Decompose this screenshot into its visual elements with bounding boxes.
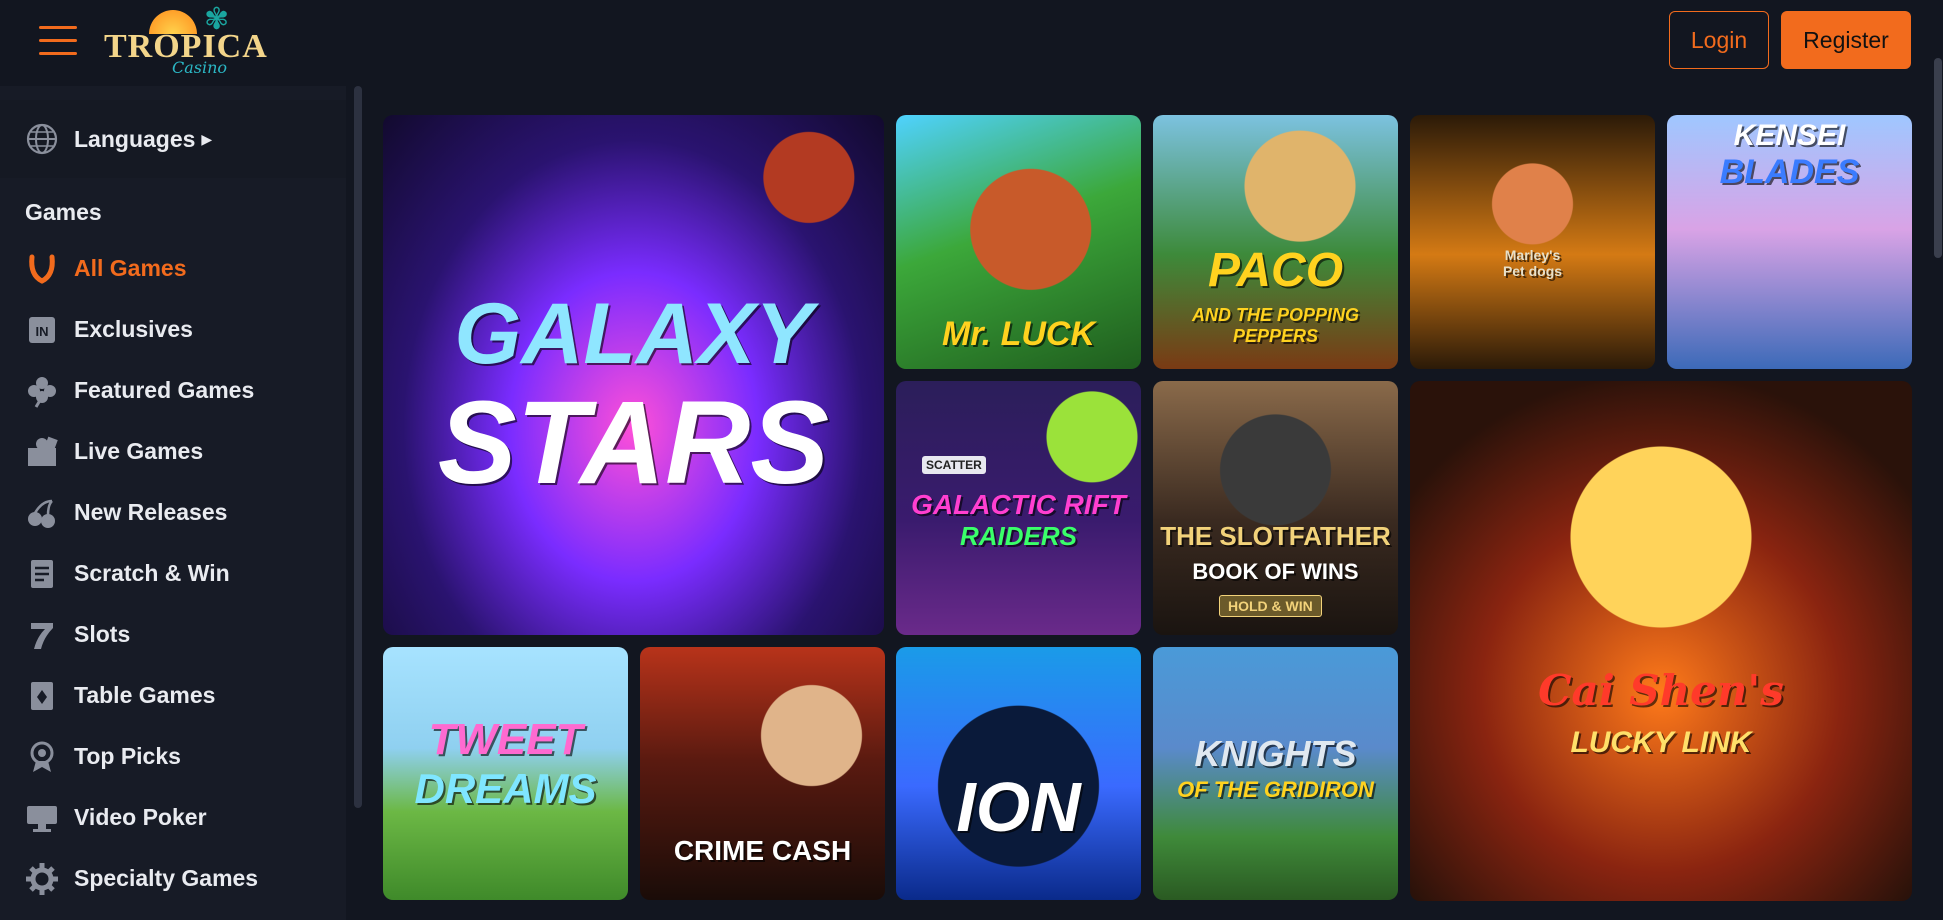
nav-item-live-games[interactable]: Live Games bbox=[0, 421, 346, 482]
game-title: Marley's bbox=[1504, 247, 1561, 263]
dealer-icon bbox=[28, 436, 58, 466]
nav-label: Slots bbox=[74, 621, 131, 647]
game-subtitle: Pet dogs bbox=[1502, 263, 1563, 279]
register-button[interactable]: Register bbox=[1781, 11, 1911, 69]
nav-item-slots[interactable]: Slots bbox=[0, 604, 346, 665]
nav-label: Featured Games bbox=[74, 377, 255, 403]
scratch-ticket-icon bbox=[31, 559, 53, 588]
nav-item-featured-games[interactable]: Featured Games bbox=[0, 360, 346, 421]
nav-label: New Releases bbox=[74, 499, 228, 525]
game-subtitle: BLADES bbox=[1719, 153, 1860, 191]
menu-icon[interactable] bbox=[39, 26, 77, 56]
award-ribbon-icon bbox=[30, 741, 54, 772]
game-title: TWEET bbox=[428, 715, 583, 764]
sidebar-scrollbar[interactable] bbox=[354, 86, 362, 808]
game-tile-kensei-blades[interactable]: KENSEI BLADES bbox=[1667, 115, 1912, 369]
game-tile-galactic-rift-raiders[interactable]: SCATTER GALACTIC RIFT RAIDERS bbox=[896, 381, 1141, 635]
nav-item-exclusives[interactable]: IN Exclusives bbox=[0, 299, 346, 360]
game-tile-slotfather-book-of-wins[interactable]: THE SLOTFATHER BOOK OF WINS HOLD & WIN bbox=[1153, 381, 1398, 635]
nav-label: All Games bbox=[74, 255, 187, 281]
nav-item-table-games[interactable]: Table Games bbox=[0, 665, 346, 726]
nav-label: Video Poker bbox=[74, 804, 207, 830]
nav-item-video-poker[interactable]: Video Poker bbox=[0, 787, 346, 848]
clover-icon bbox=[28, 376, 56, 408]
nav-label: Exclusives bbox=[74, 316, 193, 342]
game-subtitle: BOOK OF WINS bbox=[1192, 559, 1359, 584]
page-scrollbar[interactable] bbox=[1934, 58, 1942, 258]
game-title: Mr. LUCK bbox=[942, 315, 1095, 353]
caret-right-icon: ▶ bbox=[201, 130, 213, 147]
hold-win-badge: HOLD & WIN bbox=[1219, 595, 1322, 617]
game-tile-cai-shens-lucky-link[interactable]: Cai Shen's LUCKY LINK bbox=[1410, 381, 1912, 901]
nav-label: Specialty Games bbox=[74, 865, 259, 891]
games-nav: All Games IN Exclusives Featured Games L… bbox=[0, 238, 346, 909]
languages-label: Languages bbox=[74, 125, 196, 152]
logo[interactable]: ✾ TROPICA Casino bbox=[104, 0, 267, 80]
logo-subtext: Casino bbox=[172, 58, 228, 77]
game-title: KENSEI bbox=[1733, 119, 1846, 152]
nav-label: Table Games bbox=[74, 682, 216, 708]
languages-selector[interactable]: Languages ▶ bbox=[0, 100, 346, 178]
game-title: GALACTIC RIFT bbox=[911, 489, 1126, 520]
nav-label: Live Games bbox=[74, 438, 204, 464]
nav-item-all-games[interactable]: All Games bbox=[0, 238, 346, 299]
game-tile-knights-of-the-gridiron[interactable]: KNIGHTS OF THE GRIDIRON bbox=[1153, 647, 1398, 900]
game-tile-tweet-dreams[interactable]: TWEET DREAMS bbox=[383, 647, 628, 900]
game-tile-mr-luck[interactable]: Mr. LUCK bbox=[896, 115, 1141, 369]
nav-item-top-picks[interactable]: Top Picks bbox=[0, 726, 346, 787]
scatter-badge: SCATTER bbox=[922, 456, 986, 474]
game-tile-paco-popping-peppers[interactable]: PACO AND THE POPPING PEPPERS bbox=[1153, 115, 1398, 369]
playing-card-icon bbox=[31, 681, 53, 710]
monitor-icon bbox=[27, 805, 57, 832]
game-tile-marleys-pet-dogs[interactable]: Marley's Pet dogs bbox=[1410, 115, 1655, 369]
game-tile-ion[interactable]: ION bbox=[896, 647, 1141, 900]
login-button[interactable]: Login bbox=[1669, 11, 1769, 69]
nav-item-scratch-win[interactable]: Scratch & Win bbox=[0, 543, 346, 604]
game-title: THE SLOTFATHER bbox=[1160, 521, 1391, 551]
game-title: GALAXY bbox=[454, 286, 813, 382]
game-title: ION bbox=[956, 768, 1081, 846]
game-title: PACO bbox=[1207, 244, 1344, 297]
game-subtitle: LUCKY LINK bbox=[1570, 726, 1752, 759]
game-subtitle: STARS bbox=[437, 377, 830, 509]
top-bar: ✾ TROPICA Casino Login Register bbox=[0, 0, 1943, 86]
exclusive-badge-icon: IN bbox=[29, 316, 55, 343]
nav-item-specialty-games[interactable]: Specialty Games bbox=[0, 848, 346, 909]
nav-label: Top Picks bbox=[74, 743, 181, 769]
nav-item-new-releases[interactable]: New Releases bbox=[0, 482, 346, 543]
game-tile-crime-cash[interactable]: CRIME CASH bbox=[640, 647, 885, 900]
horseshoe-icon bbox=[29, 254, 55, 284]
seven-icon bbox=[31, 622, 53, 649]
gear-icon bbox=[26, 862, 58, 895]
games-section-title: Games bbox=[25, 199, 102, 225]
nav-label: Scratch & Win bbox=[74, 560, 230, 586]
svg-text:IN: IN bbox=[36, 324, 49, 339]
game-subtitle: AND THE POPPING PEPPERS bbox=[1191, 305, 1360, 346]
game-subtitle: OF THE GRIDIRON bbox=[1177, 777, 1374, 802]
game-tile-galaxy-stars[interactable]: GALAXY STARS bbox=[383, 115, 884, 635]
game-subtitle: DREAMS bbox=[414, 765, 597, 812]
game-subtitle: RAIDERS bbox=[959, 521, 1077, 551]
cherries-icon bbox=[28, 499, 55, 528]
game-title: CRIME CASH bbox=[673, 835, 852, 866]
globe-icon bbox=[26, 123, 58, 155]
game-title: Cai Shen's bbox=[1538, 666, 1784, 715]
game-title: KNIGHTS bbox=[1194, 733, 1357, 774]
sidebar: Languages ▶ Games All Games IN Exclusive… bbox=[0, 86, 346, 920]
